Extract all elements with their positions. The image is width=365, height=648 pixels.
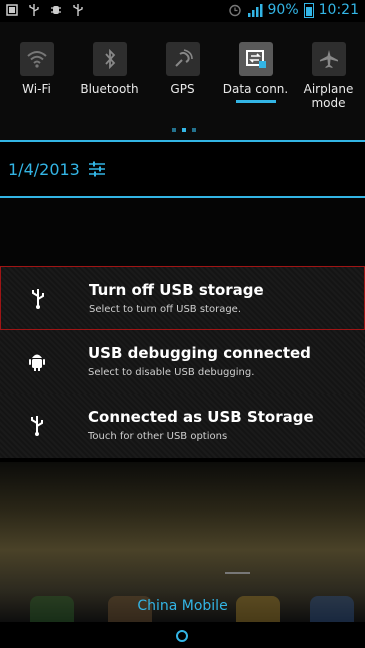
page-indicator — [172, 128, 196, 132]
quick-settings-panel: Wi-Fi Bluetooth GPS Data conn. Airplane … — [0, 22, 365, 140]
notification-title: USB debugging connected — [88, 344, 311, 362]
qs-data-connection-button[interactable] — [238, 42, 273, 76]
usb-icon — [32, 289, 44, 309]
background-gap — [0, 198, 365, 266]
qs-label: Airplane mode — [303, 82, 354, 110]
qs-label: Wi-Fi — [22, 82, 51, 96]
panel-close-handle[interactable] — [176, 630, 188, 642]
qs-airplane[interactable]: Airplane mode — [292, 22, 365, 110]
qs-label: Data conn. — [222, 82, 289, 96]
qs-data-connection[interactable]: Data conn. — [219, 22, 292, 103]
drag-handle[interactable] — [225, 572, 250, 574]
wifi-icon — [26, 51, 47, 68]
status-right-icons: 90% 10:21 — [228, 2, 359, 18]
status-left-icons — [6, 3, 84, 17]
battery-icon — [303, 2, 314, 18]
notification-title: Turn off USB storage — [89, 281, 264, 299]
status-bar: 90% 10:21 — [0, 0, 365, 22]
qs-bluetooth-button[interactable] — [92, 42, 127, 76]
page-dot-active — [182, 128, 186, 132]
qs-active-indicator — [235, 100, 276, 103]
debug-icon — [51, 6, 61, 14]
page-dot — [172, 128, 176, 132]
settings-sliders-icon[interactable] — [88, 160, 106, 178]
qs-label: GPS — [170, 82, 195, 96]
data-connection-icon — [245, 50, 266, 68]
battery-percent: 90% — [267, 2, 299, 18]
usb-icon — [73, 4, 83, 16]
android-debug-icon — [29, 354, 45, 371]
date-row: 1/4/2013 — [0, 142, 365, 196]
date-text: 1/4/2013 — [8, 160, 80, 179]
qs-airplane-button[interactable] — [311, 42, 346, 76]
signal-icon — [247, 4, 263, 17]
notification-usb-debugging[interactable]: USB debugging connected Select to disabl… — [0, 330, 365, 394]
notification-turn-off-usb-storage[interactable]: Turn off USB storage Select to turn off … — [0, 266, 365, 330]
qs-wifi-button[interactable] — [19, 42, 54, 76]
page-dot — [192, 128, 196, 132]
gps-icon — [174, 49, 193, 67]
qs-gps-button[interactable] — [165, 42, 200, 76]
qs-bluetooth[interactable]: Bluetooth — [73, 22, 146, 96]
notification-subtitle: Touch for other USB options — [88, 431, 228, 442]
clock: 10:21 — [318, 2, 359, 18]
carrier-label: China Mobile — [137, 598, 228, 614]
notification-subtitle: Select to turn off USB storage. — [89, 304, 242, 315]
qs-gps[interactable]: GPS — [146, 22, 219, 96]
notification-title: Connected as USB Storage — [88, 408, 314, 426]
qs-label: Bluetooth — [80, 82, 139, 96]
airplane-icon — [319, 50, 338, 68]
qs-wifi[interactable]: Wi-Fi — [0, 22, 73, 96]
notification-subtitle: Select to disable USB debugging. — [88, 367, 255, 378]
usb-icon — [31, 416, 43, 436]
alarm-icon — [228, 4, 241, 17]
notification-connected-usb-storage[interactable]: Connected as USB Storage Touch for other… — [0, 394, 365, 458]
bluetooth-icon — [104, 49, 115, 69]
usb-icon — [29, 4, 39, 16]
screenshot-icon — [6, 4, 18, 16]
